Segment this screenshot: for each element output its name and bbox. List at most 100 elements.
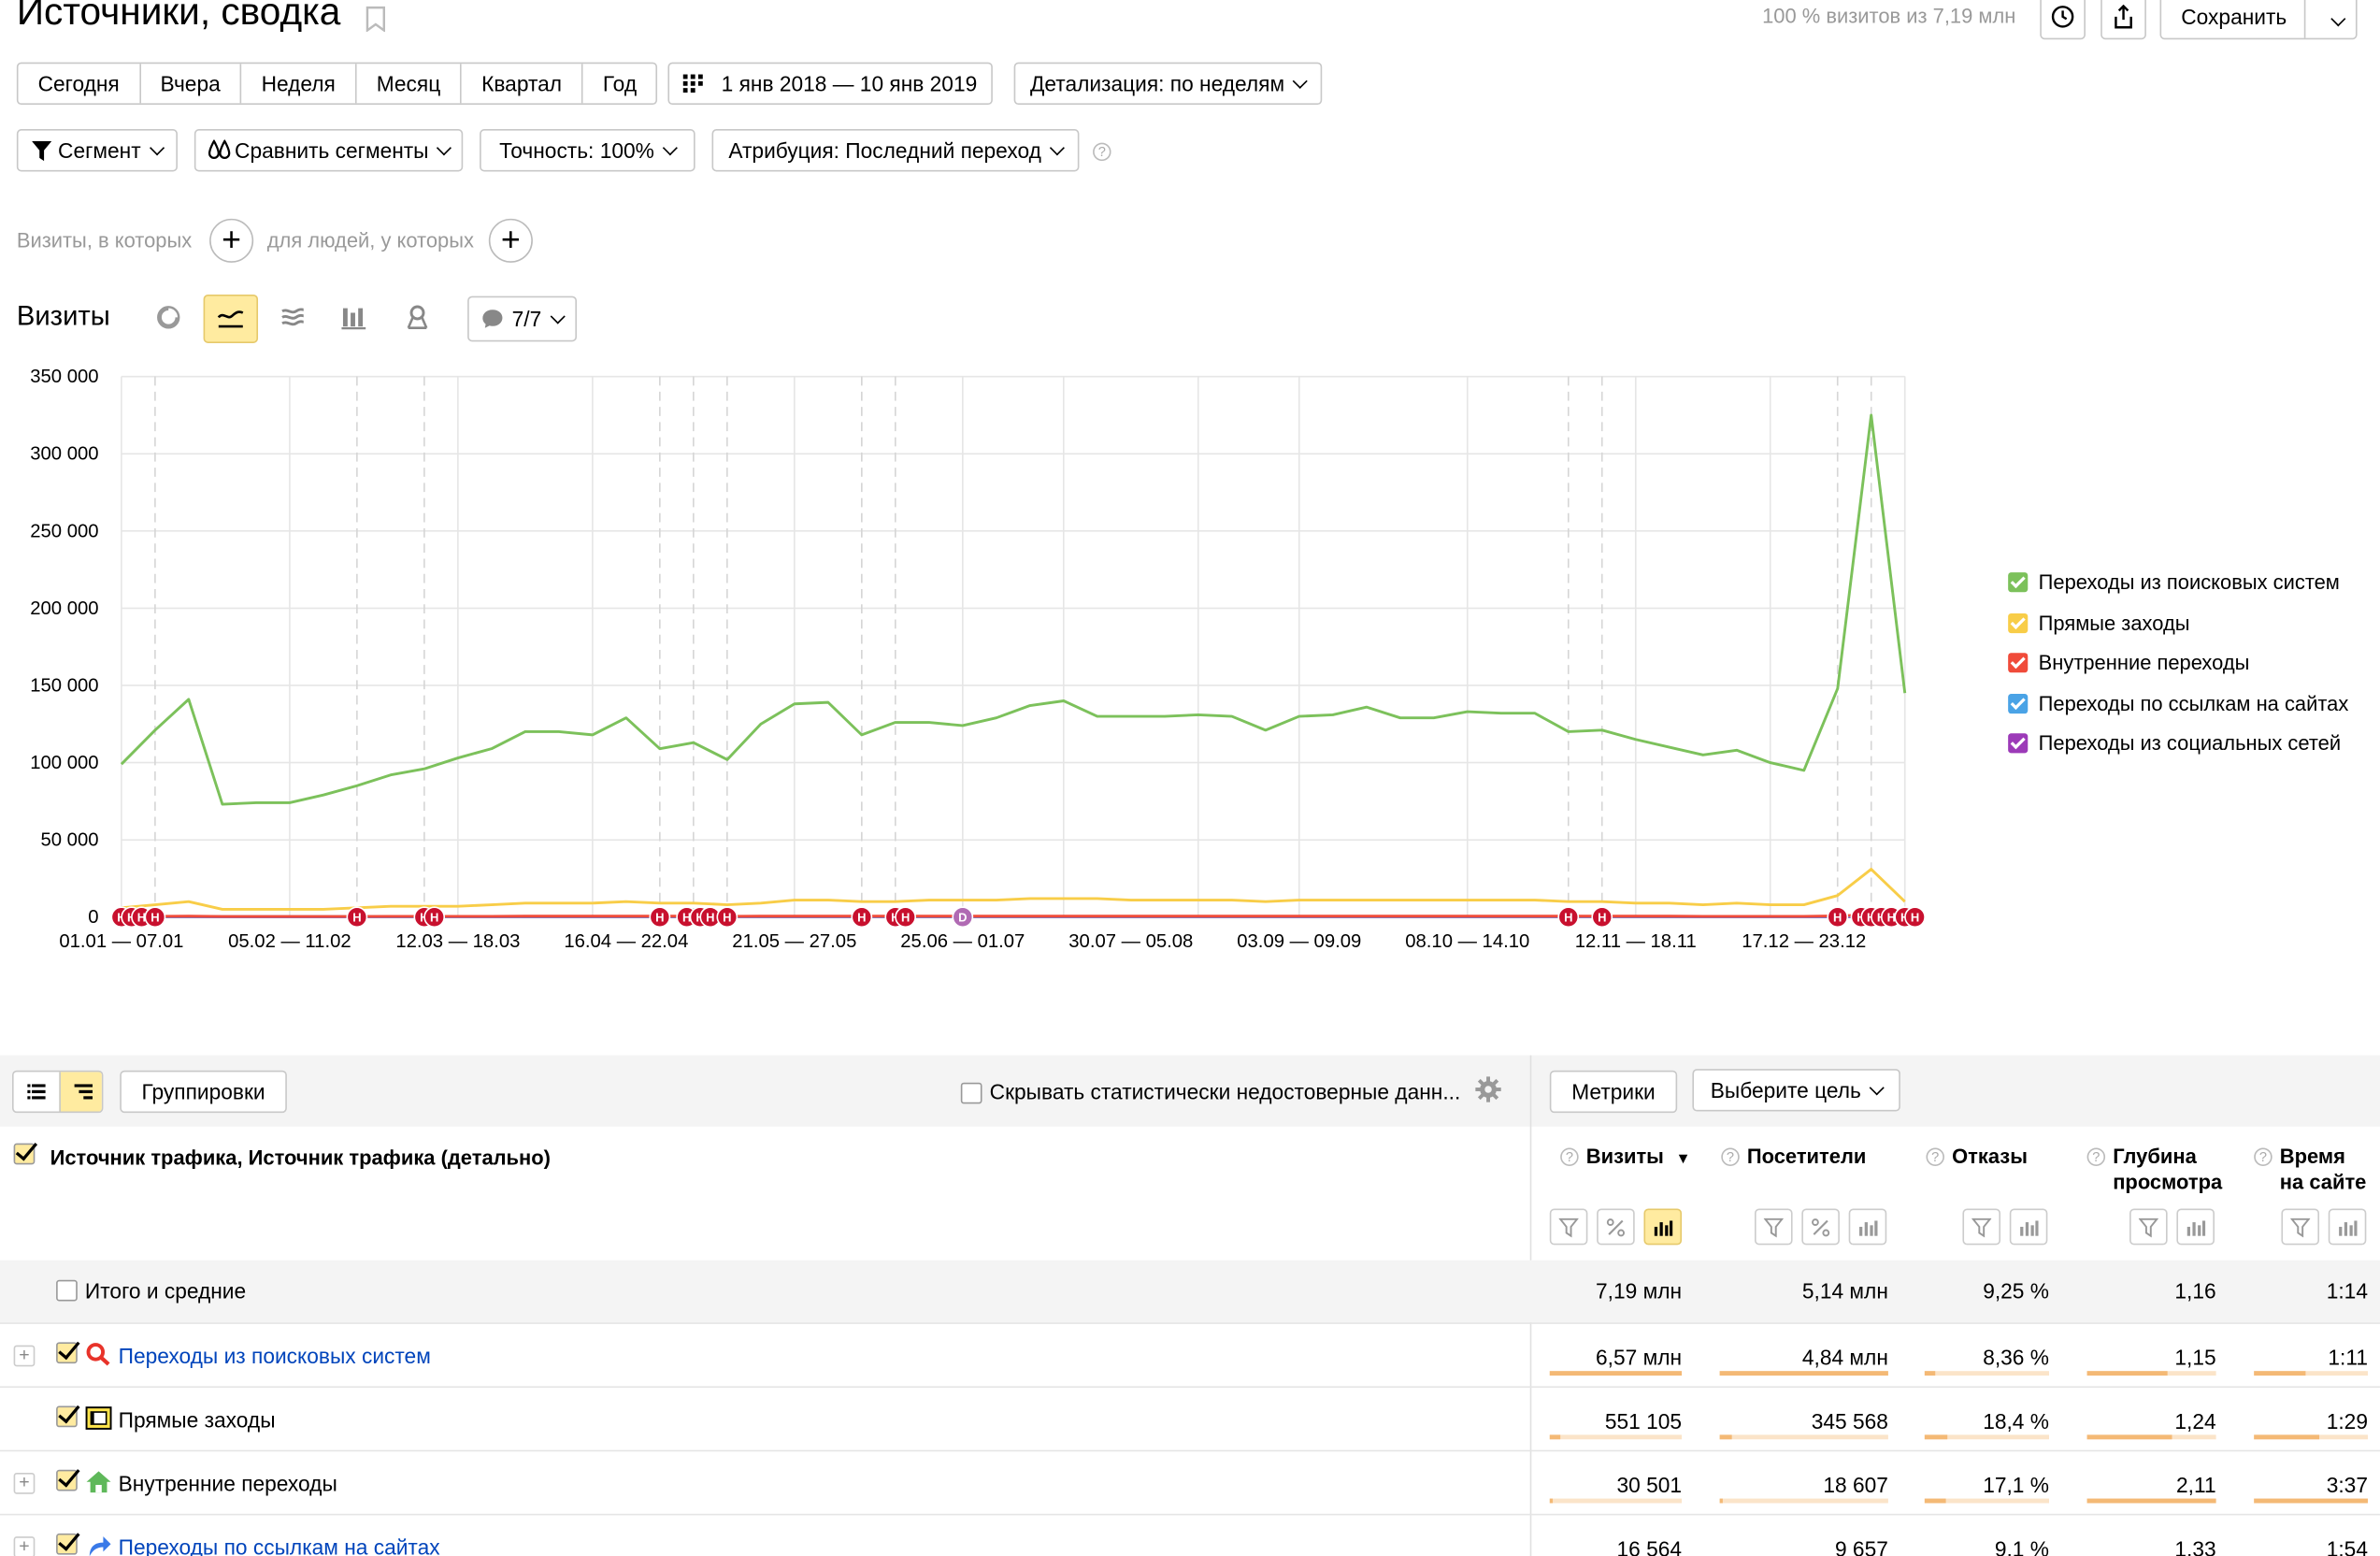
chevron-down-icon[interactable] — [2322, 5, 2346, 29]
date-range-button[interactable]: 1 янв 2018 — 10 янв 2019 — [667, 62, 993, 106]
history-button[interactable] — [2040, 0, 2086, 40]
period-year[interactable]: Год — [583, 64, 656, 103]
compare-segments-dropdown[interactable]: Сравнить сегменты — [194, 129, 464, 172]
goal-label: Выберите цель — [1710, 1077, 1861, 1102]
list-view-icon[interactable] — [14, 1072, 60, 1111]
gear-icon[interactable] — [1475, 1076, 1501, 1102]
detail-dropdown[interactable]: Детализация: по неделям — [1013, 62, 1323, 106]
note-marker-label: Н — [857, 911, 866, 925]
expand-icon[interactable]: + — [13, 1346, 36, 1367]
legend-checkbox[interactable] — [2008, 653, 2029, 673]
totals-checkbox[interactable] — [56, 1279, 78, 1302]
help-icon[interactable]: ? — [1093, 142, 1111, 162]
line-chart-type-button[interactable] — [203, 294, 259, 343]
groupings-button[interactable]: Группировки — [120, 1070, 287, 1114]
row-cell: 18 607 — [1823, 1472, 1888, 1497]
map-chart-type-button[interactable] — [394, 295, 440, 340]
filter-icon[interactable] — [1754, 1208, 1793, 1246]
compare-icon — [208, 139, 230, 159]
goal-dropdown[interactable]: Выберите цель — [1692, 1069, 1900, 1112]
dimension-checkbox[interactable] — [13, 1143, 36, 1165]
bookmark-icon[interactable] — [366, 6, 386, 33]
area-chart-type-button[interactable] — [270, 295, 316, 340]
chart-icon[interactable] — [2176, 1208, 2215, 1246]
metric-header[interactable]: Глубина просмотра — [2113, 1144, 2222, 1195]
metric-header[interactable]: Отказы — [1952, 1144, 2028, 1170]
legend-item[interactable]: Переходы из поисковых систем — [2008, 571, 2340, 594]
help-icon[interactable]: ? — [1721, 1147, 1740, 1167]
filter-icon[interactable] — [1549, 1208, 1588, 1246]
metric-header[interactable]: Время на сайте — [2280, 1144, 2367, 1195]
legend-checkbox[interactable] — [2008, 612, 2029, 633]
pie-chart-type-button[interactable] — [146, 295, 192, 340]
percent-icon[interactable] — [1801, 1208, 1840, 1246]
export-button[interactable] — [2100, 0, 2146, 40]
period-week[interactable]: Неделя — [241, 64, 357, 104]
legend-label: Внутренние переходы — [2038, 651, 2250, 674]
chart-icon[interactable] — [2009, 1208, 2048, 1246]
metric-header[interactable]: Визиты ▼ — [1586, 1144, 1691, 1173]
period-quarter[interactable]: Квартал — [462, 64, 583, 104]
legend-item[interactable]: Переходы из социальных сетей — [2008, 732, 2341, 755]
add-visit-condition-button[interactable]: + — [209, 218, 254, 263]
y-tick-label: 50 000 — [40, 830, 98, 851]
x-tick-label: 12.11 — 18.11 — [1575, 931, 1697, 952]
visits-condition-label: Визиты, в которых — [16, 229, 193, 252]
notes-dropdown[interactable]: 7/7 — [467, 295, 578, 342]
row-label[interactable]: Переходы из поисковых систем — [119, 1344, 431, 1368]
legend-label: Переходы из поисковых систем — [2038, 570, 2340, 594]
note-marker-label: Н — [1598, 911, 1606, 925]
expand-icon[interactable]: + — [13, 1472, 36, 1494]
legend-checkbox[interactable] — [2008, 733, 2029, 754]
row-cell: 18,4 % — [1983, 1408, 2049, 1434]
bar-chart-type-button[interactable] — [331, 295, 377, 340]
period-yesterday[interactable]: Вчера — [140, 64, 242, 104]
row-checkbox[interactable] — [56, 1533, 78, 1555]
segment-dropdown[interactable]: Сегмент — [16, 129, 178, 172]
value-bar — [1549, 1498, 1683, 1504]
legend-item[interactable]: Прямые заходы — [2008, 612, 2190, 634]
row-separator — [0, 1449, 2380, 1452]
metrics-button[interactable]: Метрики — [1549, 1070, 1678, 1114]
filter-icon[interactable] — [2281, 1208, 2320, 1246]
map-pin-icon — [407, 305, 428, 330]
help-icon[interactable]: ? — [2254, 1147, 2272, 1167]
tree-view-icon[interactable] — [59, 1072, 102, 1112]
attribution-dropdown[interactable]: Атрибуция: Последний переход — [711, 129, 1080, 172]
period-today[interactable]: Сегодня — [18, 64, 141, 104]
y-tick-label: 100 000 — [30, 753, 98, 773]
sort-desc-icon[interactable]: ▼ — [1671, 1151, 1691, 1168]
row-checkbox[interactable] — [56, 1405, 78, 1428]
totals-label: Итого и средние — [84, 1278, 247, 1304]
accuracy-dropdown[interactable]: Точность: 100% — [480, 129, 695, 172]
add-people-condition-button[interactable]: + — [488, 218, 533, 263]
row-label: Внутренние переходы — [118, 1471, 337, 1496]
percent-icon[interactable] — [1597, 1208, 1635, 1246]
legend-item[interactable]: Внутренние переходы — [2008, 652, 2249, 674]
value-bar — [1924, 1434, 2049, 1440]
hide-unreliable-checkbox[interactable] — [960, 1082, 982, 1104]
chart-icon[interactable] — [2328, 1208, 2367, 1246]
help-icon[interactable]: ? — [1926, 1147, 1944, 1167]
period-month[interactable]: Месяц — [357, 64, 463, 104]
value-bar — [2254, 1498, 2368, 1504]
help-icon[interactable]: ? — [1560, 1147, 1579, 1167]
filter-icon[interactable] — [2129, 1208, 2168, 1246]
row-checkbox[interactable] — [56, 1342, 78, 1364]
legend-item[interactable]: Переходы по ссылкам на сайтах — [2008, 692, 2348, 714]
legend-checkbox[interactable] — [2008, 693, 2029, 713]
totals-cell: 7,19 млн — [1596, 1278, 1683, 1304]
legend-checkbox[interactable] — [2008, 572, 2029, 593]
row-label[interactable]: Переходы по ссылкам на сайтах — [119, 1535, 440, 1556]
chart-icon[interactable] — [1643, 1208, 1683, 1246]
help-icon[interactable]: ? — [2086, 1147, 2106, 1167]
note-marker-label: Н — [723, 911, 731, 925]
filter-icon[interactable] — [1962, 1208, 2001, 1246]
save-button[interactable]: Сохранить — [2159, 0, 2358, 40]
chart-icon[interactable] — [1848, 1208, 1887, 1246]
value-bar — [2254, 1371, 2368, 1376]
metric-header[interactable]: Посетители — [1747, 1144, 1866, 1170]
expand-icon[interactable]: + — [13, 1536, 36, 1556]
row-checkbox[interactable] — [56, 1469, 78, 1491]
value-bar — [1549, 1434, 1683, 1440]
